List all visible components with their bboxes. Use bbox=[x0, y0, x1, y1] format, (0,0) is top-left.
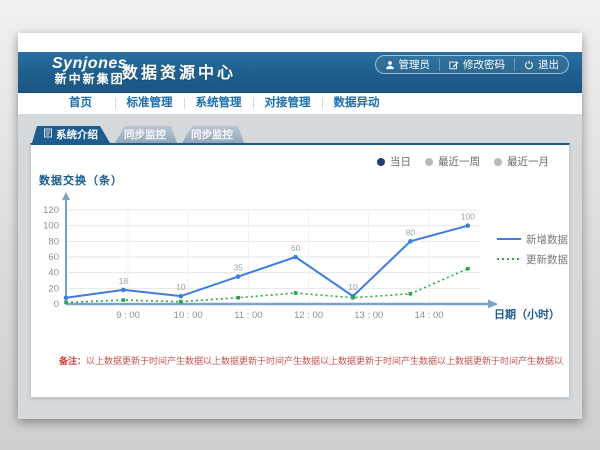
chart-panel: 当日 最近一周 最近一月 数据交换（条） 9 : 00 10 : 00 11 : 0… bbox=[30, 143, 570, 398]
svg-text:14 : 00: 14 : 00 bbox=[414, 310, 443, 321]
svg-text:新增数据: 新增数据 bbox=[526, 233, 568, 246]
change-password-button-label: 修改密码 bbox=[463, 57, 505, 72]
svg-text:100: 100 bbox=[461, 212, 475, 222]
nav-item-standard-mgmt[interactable]: 标准管理 bbox=[115, 93, 184, 114]
tab-system-intro[interactable]: 系统介绍 bbox=[32, 126, 110, 143]
nav-item-home[interactable]: 首页 bbox=[46, 93, 115, 114]
logout-button-label: 退出 bbox=[538, 57, 559, 72]
nav-item-interface-mgmt[interactable]: 对接管理 bbox=[253, 93, 322, 114]
tab-sync-monitor-2[interactable]: 同步监控 bbox=[180, 126, 244, 143]
range-filter: 当日 最近一周 最近一月 bbox=[377, 154, 549, 169]
svg-text:18: 18 bbox=[119, 276, 129, 286]
nav-item-system-mgmt[interactable]: 系统管理 bbox=[184, 93, 253, 114]
svg-text:9 : 00: 9 : 00 bbox=[116, 310, 140, 321]
app-window: Synjones 新中新集团 数据资源中心 管理员 修改密码 退出 bbox=[18, 33, 582, 419]
main-nav: 首页 标准管理 系统管理 对接管理 数据异动 bbox=[18, 93, 582, 114]
change-password-button[interactable]: 修改密码 bbox=[439, 58, 514, 71]
range-option-last-month[interactable]: 最近一月 bbox=[494, 154, 549, 169]
range-option-today[interactable]: 当日 bbox=[377, 154, 411, 169]
logout-button[interactable]: 退出 bbox=[514, 58, 568, 71]
svg-text:100: 100 bbox=[43, 221, 59, 232]
edit-icon bbox=[449, 60, 459, 70]
svg-text:10: 10 bbox=[176, 282, 186, 292]
svg-text:12 : 00: 12 : 00 bbox=[294, 310, 323, 321]
tab-label: 同步监控 bbox=[124, 127, 166, 142]
page-title: 数据资源中心 bbox=[122, 52, 236, 93]
user-button-label: 管理员 bbox=[399, 57, 431, 72]
range-option-label: 最近一月 bbox=[507, 154, 549, 169]
nav-item-data-change[interactable]: 数据异动 bbox=[322, 93, 391, 114]
range-option-label: 当日 bbox=[390, 154, 411, 169]
svg-text:60: 60 bbox=[291, 243, 301, 253]
line-chart: 9 : 00 10 : 00 11 : 00 12 : 00 13 : 00 14 : 0… bbox=[31, 191, 571, 343]
svg-text:80: 80 bbox=[48, 236, 59, 247]
svg-text:更新数据: 更新数据 bbox=[526, 253, 568, 266]
power-icon bbox=[524, 60, 534, 70]
tab-label: 同步监控 bbox=[191, 127, 233, 142]
radio-icon bbox=[425, 158, 433, 166]
svg-text:日期（小时）: 日期（小时） bbox=[494, 307, 560, 321]
radio-icon bbox=[377, 158, 385, 166]
range-option-last-week[interactable]: 最近一周 bbox=[425, 154, 480, 169]
document-icon bbox=[44, 128, 52, 141]
svg-text:40: 40 bbox=[48, 268, 59, 279]
svg-text:10 : 00: 10 : 00 bbox=[174, 310, 203, 321]
range-option-label: 最近一周 bbox=[438, 154, 480, 169]
user-button[interactable]: 管理员 bbox=[376, 58, 440, 71]
tab-bar: 系统介绍 同步监控 同步监控 bbox=[32, 126, 244, 143]
svg-text:35: 35 bbox=[233, 263, 243, 273]
brand-logo-text-en: Synjones bbox=[52, 55, 127, 72]
tab-label: 系统介绍 bbox=[56, 127, 98, 142]
svg-text:11 : 00: 11 : 00 bbox=[234, 310, 262, 321]
tab-sync-monitor-1[interactable]: 同步监控 bbox=[113, 126, 177, 143]
svg-text:120: 120 bbox=[43, 205, 59, 216]
radio-icon bbox=[494, 158, 502, 166]
brand-logo: Synjones 新中新集团 bbox=[52, 55, 127, 87]
svg-text:20: 20 bbox=[48, 283, 59, 294]
content-area: 系统介绍 同步监控 同步监控 当日 最近一周 bbox=[18, 114, 582, 419]
footnote-prefix: 备注： bbox=[59, 356, 86, 366]
svg-text:80: 80 bbox=[406, 227, 416, 237]
svg-text:13 : 00: 13 : 00 bbox=[354, 310, 383, 321]
footnote: 备注：以上数据更新于时间产生数据以上数据更新于时间产生数据以上数据更新于时间产生… bbox=[59, 354, 564, 367]
footnote-text: 以上数据更新于时间产生数据以上数据更新于时间产生数据以上数据更新于时间产生数据以… bbox=[86, 356, 564, 366]
brand-logo-text-cn: 新中新集团 bbox=[52, 72, 127, 87]
svg-text:60: 60 bbox=[48, 252, 59, 263]
chart-y-axis-title: 数据交换（条） bbox=[39, 172, 123, 188]
user-actions: 管理员 修改密码 退出 bbox=[375, 55, 570, 74]
app-header: Synjones 新中新集团 数据资源中心 管理员 修改密码 退出 bbox=[18, 52, 582, 93]
person-icon bbox=[385, 60, 395, 70]
svg-text:10: 10 bbox=[348, 282, 358, 292]
svg-text:0: 0 bbox=[54, 299, 59, 310]
